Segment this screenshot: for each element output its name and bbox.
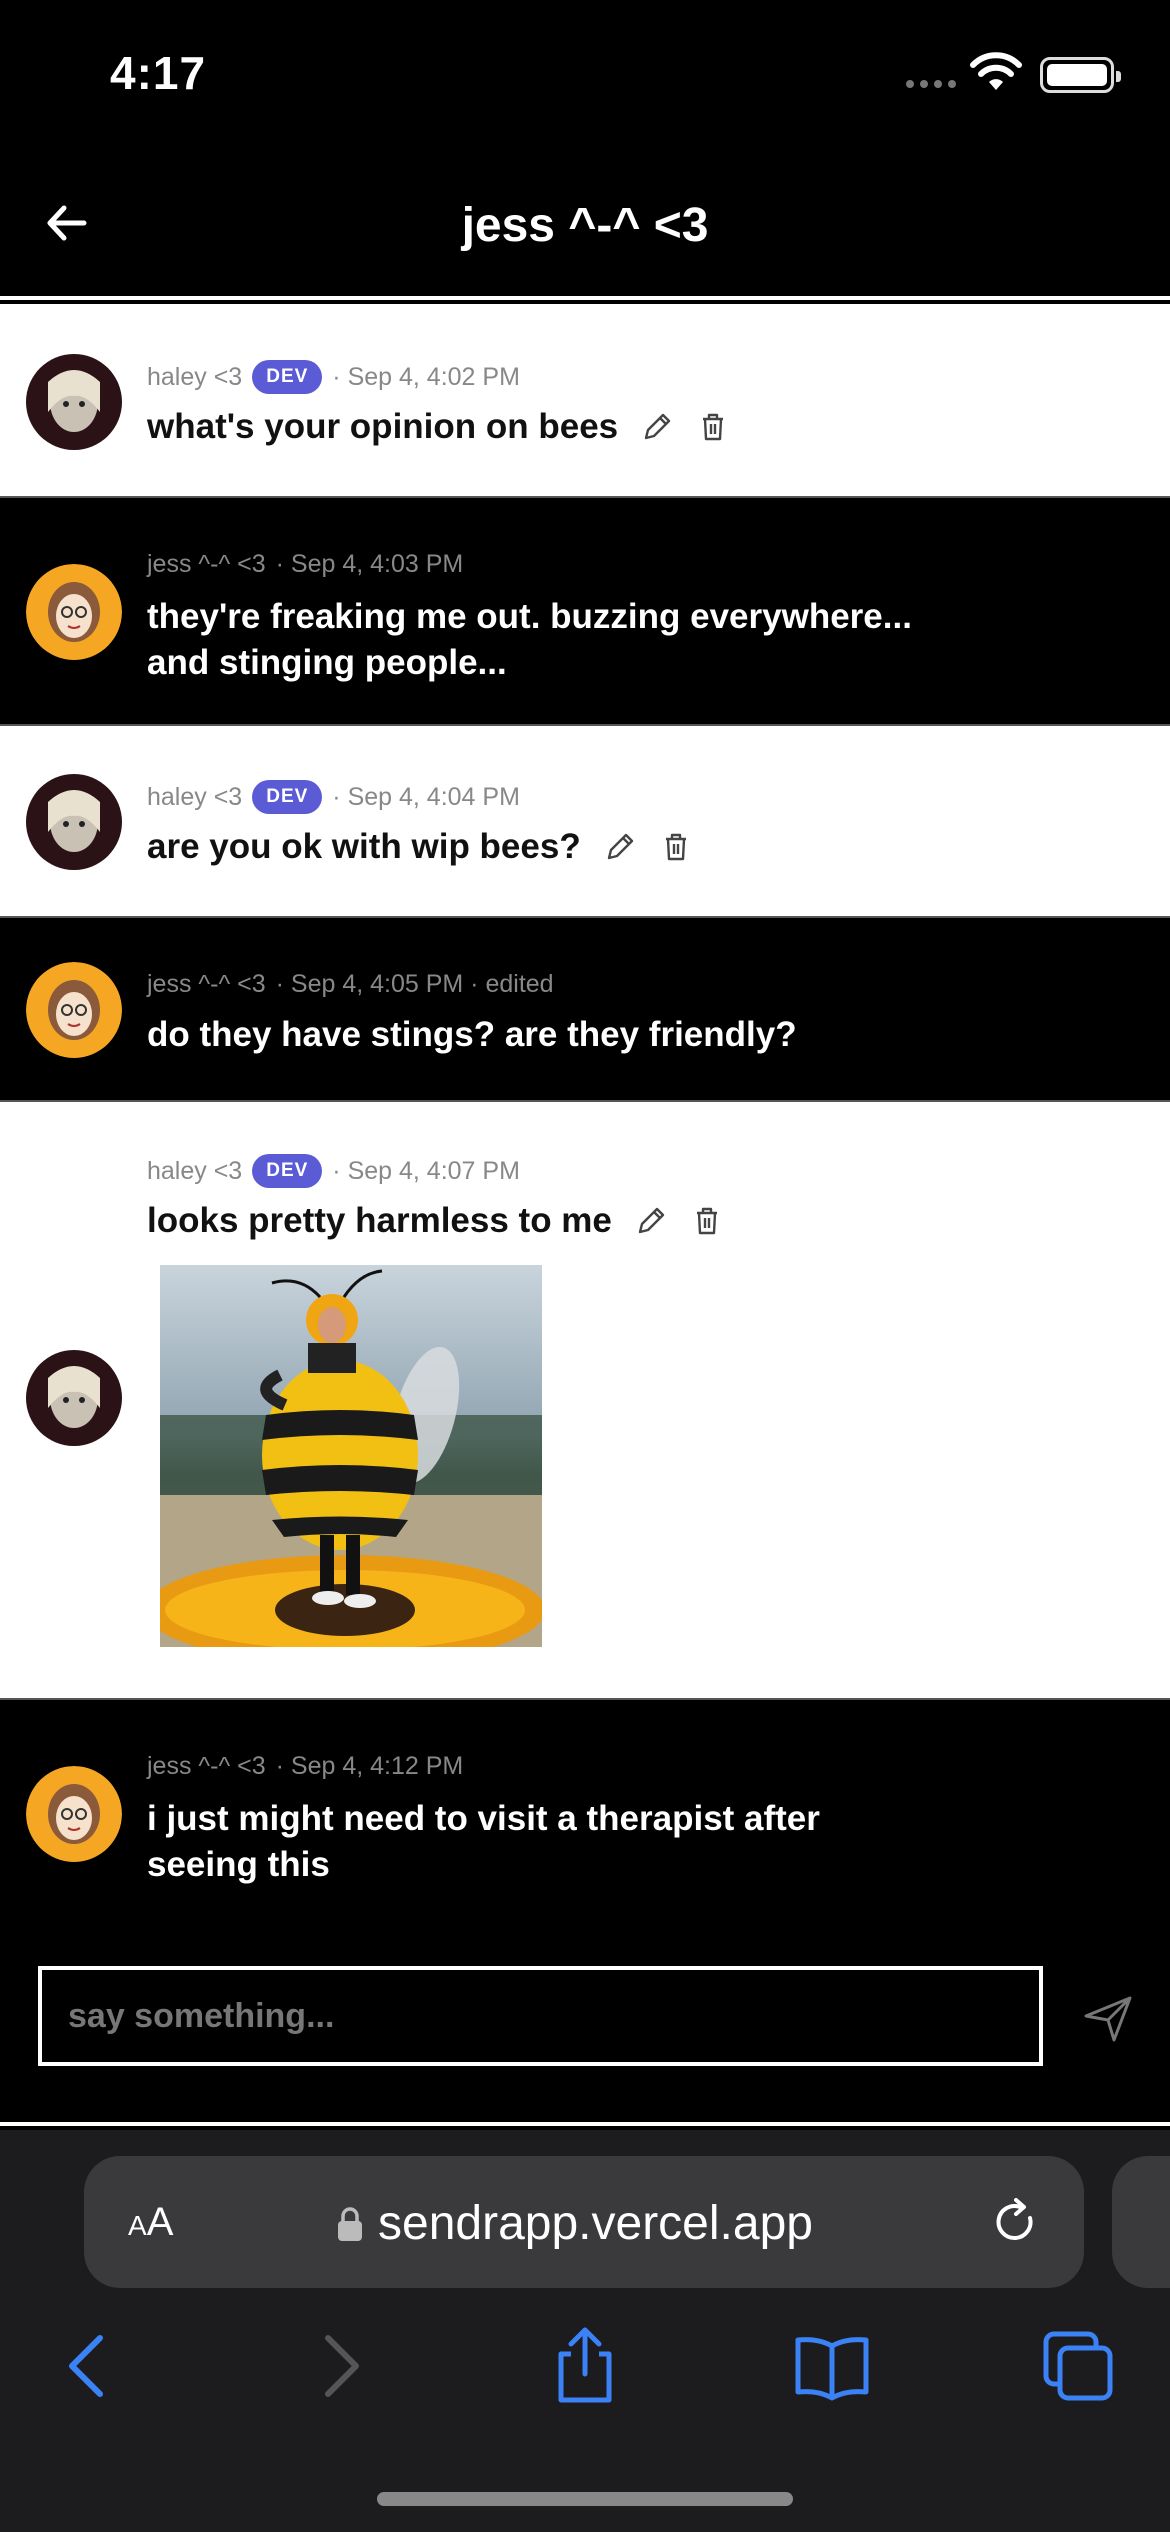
message-text: looks pretty harmless to me <box>147 1201 612 1240</box>
wifi-icon <box>970 52 1022 90</box>
send-icon[interactable] <box>1080 1990 1136 2046</box>
home-indicator <box>377 2492 793 2506</box>
chat-header: jess ^-^ <3 <box>0 150 1170 300</box>
message-text: what's your opinion on bees <box>147 407 619 446</box>
message-timestamp: · Sep 4, 4:02 PM <box>332 362 520 391</box>
dev-badge: DEV <box>252 360 323 394</box>
chat-title: jess ^-^ <3 <box>461 199 709 252</box>
message-body: do they have stings? are they friendly? <box>147 1012 797 1058</box>
forward-chevron-icon[interactable] <box>300 2326 380 2406</box>
bookmarks-icon[interactable] <box>792 2326 872 2406</box>
edit-pencil-icon[interactable] <box>640 410 674 444</box>
edit-pencil-icon[interactable] <box>603 830 637 864</box>
address-bar[interactable]: AA sendrapp.vercel.app <box>84 2156 1084 2288</box>
reader-options-button[interactable]: AA <box>128 2200 173 2245</box>
tabs-icon[interactable] <box>1038 2326 1118 2406</box>
share-icon[interactable] <box>545 2326 625 2406</box>
message-meta: jess ^-^ <3 · Sep 4, 4:12 PM <box>147 1752 463 1781</box>
message-text-line: and stinging people... <box>147 643 507 682</box>
message-meta: haley <3 DEV · Sep 4, 4:04 PM <box>147 780 520 814</box>
message-author[interactable]: jess ^-^ <3 <box>147 1752 266 1781</box>
message-item: jess ^-^ <3 · Sep 4, 4:03 PM they're fre… <box>0 498 1170 726</box>
avatar-jess[interactable] <box>26 564 122 660</box>
message-item: haley <3 DEV · Sep 4, 4:02 PM what's you… <box>0 304 1170 498</box>
message-author[interactable]: haley <3 <box>147 783 242 812</box>
message-item: jess ^-^ <3 · Sep 4, 4:12 PM i just migh… <box>0 1700 1170 1926</box>
message-meta: jess ^-^ <3 · Sep 4, 4:03 PM <box>147 550 463 579</box>
message-item: jess ^-^ <3 · Sep 4, 4:05 PM · edited do… <box>0 918 1170 1102</box>
message-text-line: they're freaking me out. buzzing everywh… <box>147 597 912 636</box>
message-timestamp: · Sep 4, 4:04 PM <box>332 782 520 811</box>
message-text: are you ok with wip bees? <box>147 827 581 866</box>
avatar-haley[interactable] <box>26 774 122 870</box>
message-composer <box>0 1926 1170 2126</box>
message-text-line: seeing this <box>147 1845 330 1884</box>
message-timestamp: · Sep 4, 4:07 PM <box>332 1156 520 1185</box>
avatar-jess[interactable] <box>26 1766 122 1862</box>
dev-badge: DEV <box>252 1154 323 1188</box>
message-meta: haley <3 DEV · Sep 4, 4:07 PM <box>147 1154 520 1188</box>
message-image-attachment[interactable] <box>160 1265 542 1647</box>
message-meta: haley <3 DEV · Sep 4, 4:02 PM <box>147 360 520 394</box>
battery-icon <box>1040 57 1121 93</box>
message-timestamp: · Sep 4, 4:03 PM <box>275 550 464 578</box>
cellular-signal-icon <box>906 80 956 88</box>
message-timestamp: · Sep 4, 4:12 PM <box>275 1752 464 1780</box>
message-author[interactable]: haley <3 <box>147 363 242 392</box>
message-text-line: i just might need to visit a therapist a… <box>147 1799 820 1838</box>
message-body: what's your opinion on bees <box>147 404 730 450</box>
message-timestamp: · Sep 4, 4:05 PM · edited <box>275 970 554 998</box>
browser-toolbar: AA sendrapp.vercel.app <box>0 2130 1170 2532</box>
trash-icon[interactable] <box>696 410 730 444</box>
avatar-haley[interactable] <box>26 1350 122 1446</box>
message-author[interactable]: jess ^-^ <3 <box>147 970 266 999</box>
back-chevron-icon[interactable] <box>48 2326 128 2406</box>
message-body: looks pretty harmless to me <box>147 1198 724 1244</box>
url-text: sendrapp.vercel.app <box>378 2197 813 2250</box>
message-body: i just might need to visit a therapist a… <box>147 1796 820 1888</box>
status-time: 4:17 <box>110 47 207 99</box>
message-input[interactable] <box>38 1966 1043 2066</box>
message-item: haley <3 DEV · Sep 4, 4:04 PM are you ok… <box>0 726 1170 918</box>
trash-icon[interactable] <box>659 830 693 864</box>
avatar-jess[interactable] <box>26 962 122 1058</box>
message-body: are you ok with wip bees? <box>147 824 693 870</box>
edit-pencil-icon[interactable] <box>634 1204 668 1238</box>
trash-icon[interactable] <box>690 1204 724 1238</box>
status-bar: 4:17 <box>0 0 1170 150</box>
message-author[interactable]: haley <3 <box>147 1157 242 1186</box>
message-meta: jess ^-^ <3 · Sep 4, 4:05 PM · edited <box>147 970 554 999</box>
dev-badge: DEV <box>252 780 323 814</box>
message-author[interactable]: jess ^-^ <3 <box>147 550 266 579</box>
avatar-haley[interactable] <box>26 354 122 450</box>
message-body: they're freaking me out. buzzing everywh… <box>147 594 912 686</box>
reload-icon[interactable] <box>990 2196 1042 2248</box>
message-text: do they have stings? are they friendly? <box>147 1015 797 1054</box>
next-tab-address-bar[interactable] <box>1112 2156 1170 2288</box>
lock-icon <box>338 2207 362 2241</box>
